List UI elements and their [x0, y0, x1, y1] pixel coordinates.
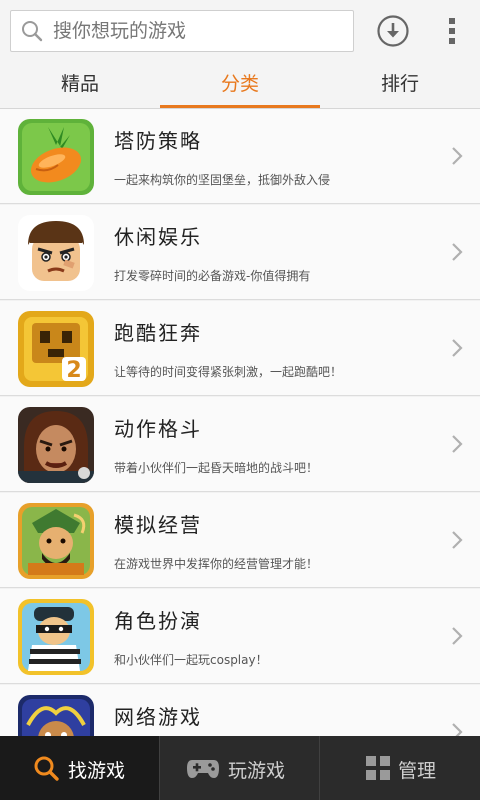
nav-find-games[interactable]: 找游戏 [0, 736, 159, 800]
grid-icon [366, 756, 390, 780]
category-title: 模拟经营 [114, 513, 202, 537]
chevron-right-icon [452, 723, 463, 736]
bottom-navigation: 找游戏 玩游戏 管理 [0, 736, 480, 800]
nav-manage[interactable]: 管理 [320, 736, 479, 800]
category-row-parkour[interactable]: 2 跑酷狂奔 让等待的时间变得紧张刺激，一起跑酷吧！ [0, 301, 480, 396]
top-bar [0, 0, 480, 63]
search-icon [34, 756, 59, 781]
monkey-king-icon [18, 695, 94, 736]
nav-label: 管理 [398, 760, 437, 782]
category-description: 和小伙伴们一起玩cosplay！ [114, 653, 268, 667]
category-description: 一起来构筑你的坚固堡垒，抵御外敌入侵 [114, 173, 331, 187]
more-vertical-icon[interactable] [438, 14, 466, 48]
tab-featured[interactable]: 精品 [0, 62, 160, 108]
tab-bar: 精品 分类 排行 [0, 62, 480, 109]
download-icon[interactable] [376, 14, 410, 48]
chevron-right-icon [452, 627, 463, 645]
category-title: 跑酷狂奔 [114, 321, 202, 345]
category-row-online[interactable]: 网络游戏 [0, 685, 480, 736]
chevron-right-icon [452, 147, 463, 165]
tab-ranking[interactable]: 排行 [320, 62, 480, 108]
gamepad-icon [187, 760, 219, 778]
category-description: 打发零碎时间的必备游戏-你值得拥有 [114, 269, 311, 283]
temple-run-icon: 2 [18, 311, 94, 387]
cartoon-face-icon [18, 215, 94, 291]
active-tab-indicator [160, 105, 320, 108]
chevron-right-icon [452, 243, 463, 261]
svg-text:2: 2 [66, 358, 81, 383]
category-title: 塔防策略 [114, 129, 202, 153]
search-icon [22, 21, 43, 42]
category-row-action[interactable]: 动作格斗 带着小伙伴们一起昏天暗地的战斗吧！ [0, 397, 480, 492]
nav-label: 玩游戏 [228, 760, 286, 782]
nav-label: 找游戏 [68, 760, 126, 782]
search-input[interactable] [53, 11, 343, 51]
category-row-simulation[interactable]: 模拟经营 在游戏世界中发挥你的经营管理才能！ [0, 493, 480, 588]
category-title: 角色扮演 [114, 609, 202, 633]
warrior-icon [18, 407, 94, 483]
nav-play-games[interactable]: 玩游戏 [160, 736, 319, 800]
category-title: 休闲娱乐 [114, 225, 202, 249]
category-row-tower-defense[interactable]: 塔防策略 一起来构筑你的坚固堡垒，抵御外敌入侵 [0, 109, 480, 204]
chevron-right-icon [452, 435, 463, 453]
search-box[interactable] [10, 10, 354, 52]
chevron-right-icon [452, 531, 463, 549]
chevron-right-icon [452, 339, 463, 357]
category-list: 塔防策略 一起来构筑你的坚固堡垒，抵御外敌入侵 休闲娱乐 打发零碎时间的必备游戏… [0, 109, 480, 736]
thief-icon [18, 599, 94, 675]
category-description: 让等待的时间变得紧张刺激，一起跑酷吧！ [114, 365, 343, 379]
category-title: 网络游戏 [114, 705, 202, 729]
carrot-game-icon [18, 119, 94, 195]
category-row-casual[interactable]: 休闲娱乐 打发零碎时间的必备游戏-你值得拥有 [0, 205, 480, 300]
category-description: 在游戏世界中发挥你的经营管理才能！ [114, 557, 319, 571]
category-description: 带着小伙伴们一起昏天暗地的战斗吧！ [114, 461, 319, 475]
tab-categories[interactable]: 分类 [160, 62, 320, 108]
game-center-screen: 精品 分类 排行 塔防策略 一起来构筑你的坚固堡垒，抵御外敌入侵 [0, 0, 480, 800]
category-row-roleplay[interactable]: 角色扮演 和小伙伴们一起玩cosplay！ [0, 589, 480, 684]
general-icon [18, 503, 94, 579]
category-title: 动作格斗 [114, 417, 202, 441]
